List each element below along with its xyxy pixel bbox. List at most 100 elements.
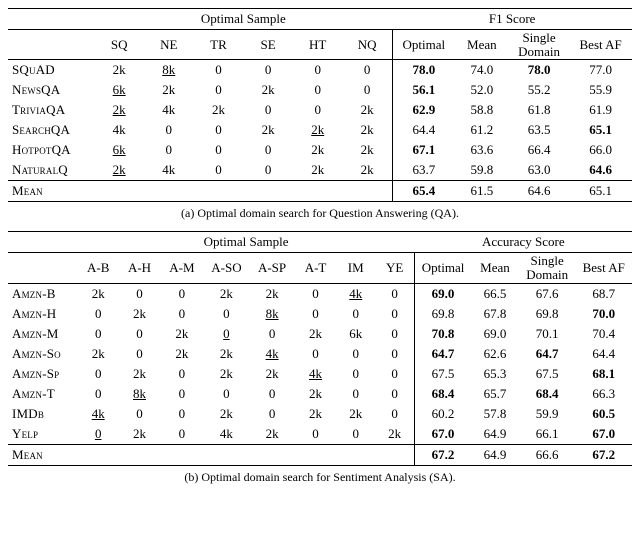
caption-a: (a) Optimal domain search for Question A…	[8, 202, 632, 231]
table-row: Amzn-B2k002k2k04k069.066.567.668.7	[8, 283, 632, 304]
sample-cell: 0	[295, 424, 336, 445]
sample-cell: 0	[375, 324, 414, 344]
score-cell: 55.9	[569, 80, 632, 100]
col-mean-b: Mean	[471, 253, 519, 283]
group-optimal-sample: Optimal Sample	[94, 9, 392, 30]
score-cell: 64.7	[519, 344, 576, 364]
sample-cell: 0	[375, 364, 414, 384]
sample-cell: 0	[249, 384, 295, 404]
score-cell: 66.0	[569, 140, 632, 160]
col-ah: A-H	[119, 253, 160, 283]
sample-cell: 2k	[249, 424, 295, 445]
row-label: IMDb	[8, 404, 78, 424]
col-asp: A-SP	[249, 253, 295, 283]
col-header-row: SQ NE TR SE HT NQ Optimal Mean SingleDom…	[8, 30, 632, 60]
sample-cell: 6k	[94, 140, 144, 160]
row-label: Yelp	[8, 424, 78, 445]
sample-cell: 6k	[336, 324, 375, 344]
sample-cell: 2k	[119, 424, 160, 445]
table-row: HotpotQA6k0002k2k67.163.666.466.0	[8, 140, 632, 160]
sample-cell: 0	[204, 384, 250, 404]
mean-single: 64.6	[509, 181, 569, 202]
score-cell: 61.2	[455, 120, 509, 140]
sample-cell: 2k	[160, 344, 203, 364]
sample-cell: 0	[375, 304, 414, 324]
mean-bestaf-b: 67.2	[575, 444, 632, 465]
score-cell: 61.9	[569, 100, 632, 120]
sample-cell: 0	[293, 80, 343, 100]
col-mean: Mean	[455, 30, 509, 60]
row-label: Amzn-H	[8, 304, 78, 324]
sample-cell: 0	[144, 140, 194, 160]
row-label: SQuAD	[8, 60, 94, 81]
score-cell: 67.5	[415, 364, 472, 384]
col-optimal: Optimal	[392, 30, 455, 60]
table-row: Amzn-H02k008k00069.867.869.870.0	[8, 304, 632, 324]
table-row: TriviaQA2k4k2k002k62.958.861.861.9	[8, 100, 632, 120]
score-cell: 64.4	[575, 344, 632, 364]
score-cell: 64.4	[392, 120, 455, 140]
sample-cell: 2k	[375, 424, 414, 445]
col-se: SE	[243, 30, 293, 60]
sample-cell: 0	[160, 384, 203, 404]
group-f1-score: F1 Score	[392, 9, 632, 30]
score-cell: 67.0	[415, 424, 472, 445]
sample-cell: 8k	[119, 384, 160, 404]
score-cell: 69.0	[471, 324, 519, 344]
mean-bestaf: 65.1	[569, 181, 632, 202]
score-cell: 66.3	[575, 384, 632, 404]
score-cell: 59.8	[455, 160, 509, 181]
score-cell: 63.7	[392, 160, 455, 181]
sample-cell: 0	[119, 344, 160, 364]
mean-single-b: 66.6	[519, 444, 576, 465]
sample-cell: 2k	[249, 283, 295, 304]
sample-cell: 4k	[144, 100, 194, 120]
score-cell: 67.5	[519, 364, 576, 384]
table-row: Amzn-Sp02k02k2k4k0067.565.367.568.1	[8, 364, 632, 384]
sample-cell: 2k	[295, 324, 336, 344]
row-label: Amzn-B	[8, 283, 78, 304]
sample-cell: 2k	[343, 160, 393, 181]
row-label: TriviaQA	[8, 100, 94, 120]
sample-cell: 0	[293, 100, 343, 120]
sample-cell: 0	[375, 404, 414, 424]
score-cell: 59.9	[519, 404, 576, 424]
score-cell: 68.7	[575, 283, 632, 304]
col-ht: HT	[293, 30, 343, 60]
sample-cell: 2k	[343, 100, 393, 120]
row-label: SearchQA	[8, 120, 94, 140]
table-row: SearchQA4k002k2k2k64.461.263.565.1	[8, 120, 632, 140]
sample-cell: 2k	[94, 160, 144, 181]
col-ab: A-B	[78, 253, 119, 283]
score-cell: 64.7	[415, 344, 472, 364]
sample-cell: 0	[194, 120, 244, 140]
sample-cell: 0	[194, 60, 244, 81]
row-label: Amzn-Sp	[8, 364, 78, 384]
sample-cell: 2k	[295, 384, 336, 404]
sample-cell: 4k	[94, 120, 144, 140]
score-cell: 69.8	[519, 304, 576, 324]
sample-cell: 2k	[204, 344, 250, 364]
sample-cell: 0	[160, 304, 203, 324]
table-qa: Optimal Sample F1 Score SQ NE TR SE HT N…	[8, 8, 632, 202]
sample-cell: 0	[78, 364, 119, 384]
score-cell: 63.0	[509, 160, 569, 181]
sample-cell: 0	[78, 424, 119, 445]
sample-cell: 0	[295, 283, 336, 304]
score-cell: 78.0	[509, 60, 569, 81]
col-best-af: Best AF	[569, 30, 632, 60]
row-label: NewsQA	[8, 80, 94, 100]
score-cell: 56.1	[392, 80, 455, 100]
col-am: A-M	[160, 253, 203, 283]
sample-cell: 4k	[78, 404, 119, 424]
sample-cell: 0	[144, 120, 194, 140]
sample-cell: 0	[293, 60, 343, 81]
sample-cell: 0	[295, 344, 336, 364]
score-cell: 62.9	[392, 100, 455, 120]
mean-row: Mean 65.4 61.5 64.6 65.1	[8, 181, 632, 202]
sample-cell: 0	[160, 364, 203, 384]
sample-cell: 0	[336, 304, 375, 324]
sample-cell: 0	[160, 404, 203, 424]
sample-cell: 2k	[144, 80, 194, 100]
mean-optimal-b: 67.2	[415, 444, 472, 465]
